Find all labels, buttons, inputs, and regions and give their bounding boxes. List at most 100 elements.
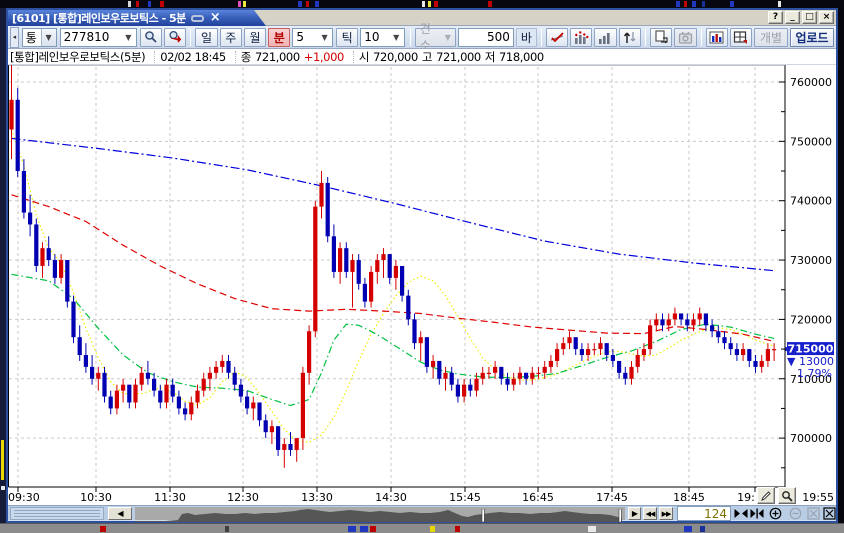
volume-minimap[interactable] bbox=[135, 507, 625, 520]
bar-page-input[interactable] bbox=[677, 506, 731, 521]
minimap-range-handle[interactable] bbox=[619, 509, 621, 522]
volume-signal-button[interactable] bbox=[570, 28, 592, 47]
candle-body bbox=[667, 319, 671, 325]
candle-body bbox=[189, 402, 193, 414]
high-value: 721,000 bbox=[436, 50, 481, 64]
window-title-tab[interactable]: [6101] [통합]레인보우로보틱스 - 5분 × bbox=[8, 10, 266, 26]
arrow-left-icon: ◀ bbox=[117, 509, 122, 518]
trend-check-button[interactable] bbox=[546, 28, 568, 47]
compare-chart-button[interactable] bbox=[706, 28, 728, 47]
separator bbox=[645, 29, 646, 46]
candle-body bbox=[34, 224, 38, 266]
zoom-in-button[interactable] bbox=[767, 506, 783, 521]
expand-range-button[interactable] bbox=[733, 506, 749, 521]
sort-button[interactable] bbox=[619, 28, 641, 47]
series-type-select[interactable]: 통 ▼ bbox=[22, 28, 57, 47]
page-back-button[interactable]: ◀◀ bbox=[643, 507, 657, 520]
grid-layout-icon bbox=[733, 31, 748, 44]
candle-body bbox=[660, 319, 664, 325]
background-artifact bbox=[488, 1, 492, 7]
period-month-button[interactable]: 월 bbox=[244, 28, 266, 47]
separator bbox=[410, 29, 411, 46]
background-artifact bbox=[428, 1, 431, 7]
help-button[interactable]: ? bbox=[768, 11, 783, 24]
close-button[interactable]: × bbox=[819, 11, 834, 24]
signal-check-icon bbox=[550, 31, 565, 44]
link-icon bbox=[191, 15, 204, 22]
search-recent-button[interactable] bbox=[164, 28, 186, 47]
candle-body bbox=[375, 260, 379, 272]
candle-body bbox=[592, 349, 596, 350]
boxed-x-disabled-icon bbox=[807, 507, 820, 520]
candle-body bbox=[623, 373, 627, 379]
scroll-left-icon: ◂ bbox=[13, 33, 17, 41]
scrollbar-grip[interactable] bbox=[10, 507, 104, 520]
close-panel-button[interactable] bbox=[821, 506, 837, 521]
scroll-next-button[interactable]: ▶ bbox=[628, 507, 641, 520]
candle-body bbox=[332, 236, 336, 272]
minimize-button[interactable]: _ bbox=[785, 11, 800, 24]
chart-scrollbar: ◀ ▶ ◀◀ ▶▶ bbox=[8, 505, 836, 520]
scroll-prev-button[interactable]: ◀ bbox=[108, 507, 132, 520]
candle-body bbox=[251, 402, 255, 408]
page-forward-button[interactable]: ▶▶ bbox=[659, 507, 673, 520]
candle-body bbox=[152, 379, 156, 391]
chevron-down-icon[interactable]: ▼ bbox=[389, 29, 404, 46]
grid-layout-button[interactable] bbox=[730, 28, 752, 47]
period-week-button[interactable]: 주 bbox=[220, 28, 242, 47]
close-label: 종 bbox=[241, 49, 251, 65]
tab-close-icon[interactable]: × bbox=[210, 13, 220, 23]
candle-body bbox=[109, 397, 113, 409]
candle-body bbox=[133, 385, 137, 403]
ma-line-long-blue bbox=[12, 138, 775, 270]
candle-body bbox=[90, 367, 94, 379]
candle-body bbox=[679, 313, 683, 319]
candle-body bbox=[574, 337, 578, 349]
background-artifact bbox=[315, 1, 319, 7]
stock-search-button[interactable] bbox=[140, 28, 162, 47]
zoom-out-button bbox=[787, 506, 803, 521]
x-tick-label: 09:30 bbox=[8, 491, 40, 504]
candlestick-chart[interactable]: 7600007500007400007300007200007100007000… bbox=[8, 65, 836, 505]
candle-body bbox=[239, 385, 243, 397]
candle-body bbox=[629, 367, 633, 379]
candle-body bbox=[524, 373, 528, 379]
compress-range-button[interactable] bbox=[749, 506, 765, 521]
upload-button[interactable]: 업로드 bbox=[790, 28, 834, 47]
background-artifact bbox=[700, 526, 705, 532]
bar-count-input[interactable] bbox=[458, 28, 514, 47]
candle-body bbox=[127, 385, 131, 403]
draw-tool-button[interactable] bbox=[757, 487, 775, 504]
volume-chart-button[interactable] bbox=[594, 28, 616, 47]
chevron-down-icon[interactable]: ▼ bbox=[317, 29, 332, 46]
toolbar-scroll-left-button[interactable]: ◂ bbox=[10, 27, 19, 48]
minute-interval-select[interactable]: 5 ▼ bbox=[292, 28, 333, 47]
stock-code-value: 277810 bbox=[61, 30, 121, 44]
period-minute-button[interactable]: 분 bbox=[268, 28, 290, 47]
candle-body bbox=[295, 438, 299, 450]
chevron-down-icon[interactable]: ▼ bbox=[41, 29, 56, 46]
candle-body bbox=[270, 426, 274, 432]
stock-code-select[interactable]: 277810 ▼ bbox=[60, 28, 137, 47]
candle-body bbox=[357, 260, 361, 284]
chart-canvas[interactable]: 7600007500007400007300007200007100007000… bbox=[8, 65, 836, 505]
candle-body bbox=[16, 100, 20, 171]
candle-body bbox=[598, 343, 602, 349]
magnifier-icon bbox=[781, 490, 793, 502]
copy-chart-button[interactable] bbox=[650, 28, 672, 47]
minimap-range-handle[interactable] bbox=[482, 509, 484, 522]
background-artifact bbox=[702, 1, 705, 7]
candle-body bbox=[772, 349, 776, 350]
candle-body bbox=[580, 349, 584, 355]
maximize-button[interactable]: □ bbox=[802, 11, 817, 24]
background-artifact bbox=[370, 526, 376, 532]
tick-interval-select[interactable]: 10 ▼ bbox=[360, 28, 404, 47]
background-artifact bbox=[692, 1, 696, 7]
zoom-tool-button[interactable] bbox=[778, 487, 796, 504]
candle-body bbox=[685, 319, 689, 325]
tick-button[interactable]: 틱 bbox=[336, 28, 358, 47]
period-day-button[interactable]: 일 bbox=[195, 28, 217, 47]
chevron-down-icon[interactable]: ▼ bbox=[121, 29, 136, 46]
candle-body bbox=[617, 361, 621, 373]
x-tick-label: 12:30 bbox=[227, 491, 259, 504]
